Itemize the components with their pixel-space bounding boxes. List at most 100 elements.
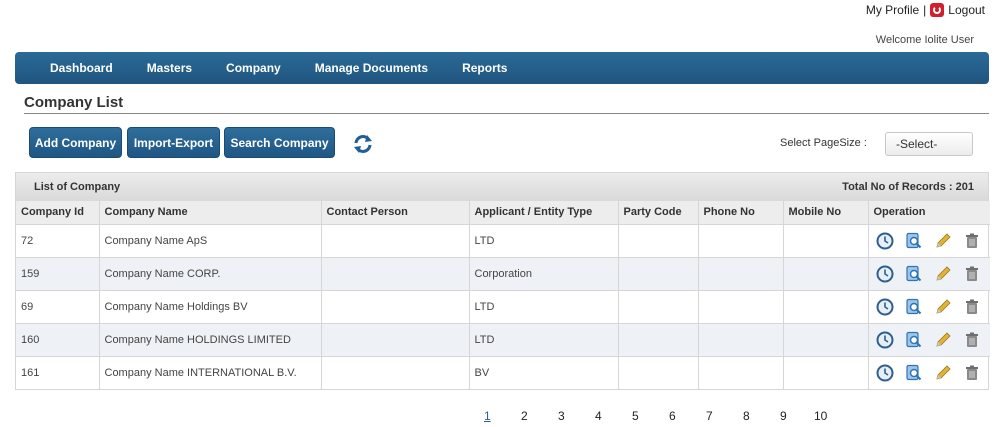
col-entity-type[interactable]: Applicant / Entity Type	[469, 201, 619, 224]
cell-contact-person	[321, 322, 470, 356]
page-link-7[interactable]: 7	[706, 409, 713, 423]
cell-mobile-no	[783, 355, 869, 389]
history-icon[interactable]	[876, 364, 894, 382]
cell-phone-no	[698, 289, 784, 323]
col-contact-person[interactable]: Contact Person	[321, 201, 470, 224]
col-operation: Operation	[868, 201, 990, 224]
col-party-code[interactable]: Party Code	[618, 201, 699, 224]
table-row[interactable]: 159 Company Name CORP. Corporation	[16, 256, 990, 290]
cell-operation	[868, 289, 990, 323]
refresh-icon[interactable]	[352, 133, 374, 155]
delete-icon[interactable]	[963, 331, 981, 349]
welcome-text: Welcome Iolite User	[875, 34, 974, 46]
page-link-10[interactable]: 10	[814, 409, 827, 423]
pagesize-select[interactable]: -Select-	[885, 132, 973, 156]
cell-operation	[868, 223, 990, 257]
cell-phone-no	[698, 223, 784, 257]
grid-caption: List of Company Total No of Records : 20…	[16, 173, 988, 201]
pagesize-label: Select PageSize :	[780, 137, 867, 149]
cell-entity-type: LTD	[469, 322, 619, 356]
cell-entity-type: Corporation	[469, 256, 619, 290]
cell-phone-no	[698, 322, 784, 356]
page-link-5[interactable]: 5	[632, 409, 639, 423]
history-icon[interactable]	[876, 232, 894, 250]
cell-mobile-no	[783, 223, 869, 257]
cell-entity-type: LTD	[469, 223, 619, 257]
import-export-button[interactable]: Import-Export	[127, 127, 220, 158]
search-company-button[interactable]: Search Company	[224, 127, 335, 158]
history-icon[interactable]	[876, 265, 894, 283]
table-header-row: Company Id Company Name Contact Person A…	[16, 201, 990, 224]
cell-contact-person	[321, 223, 470, 257]
cell-company-name: Company Name CORP.	[99, 256, 322, 290]
view-icon[interactable]	[905, 364, 923, 382]
cell-contact-person	[321, 289, 470, 323]
delete-icon[interactable]	[963, 232, 981, 250]
cell-contact-person	[321, 355, 470, 389]
view-icon[interactable]	[905, 265, 923, 283]
view-icon[interactable]	[905, 331, 923, 349]
cell-entity-type: BV	[469, 355, 619, 389]
col-mobile-no[interactable]: Mobile No	[783, 201, 869, 224]
cell-company-name: Company Name Holdings BV	[99, 289, 322, 323]
logout-icon[interactable]	[930, 3, 945, 17]
history-icon[interactable]	[876, 298, 894, 316]
page-link-8[interactable]: 8	[743, 409, 750, 423]
view-icon[interactable]	[905, 232, 923, 250]
table-row[interactable]: 72 Company Name ApS LTD	[16, 223, 990, 257]
cell-entity-type: LTD	[469, 289, 619, 323]
edit-icon[interactable]	[934, 265, 952, 283]
table-row[interactable]: 69 Company Name Holdings BV LTD	[16, 289, 990, 323]
cell-company-id: 159	[16, 256, 100, 290]
cell-contact-person	[321, 256, 470, 290]
nav-masters[interactable]: Masters	[147, 61, 192, 75]
col-phone-no[interactable]: Phone No	[698, 201, 784, 224]
grid-title: List of Company	[34, 181, 121, 193]
page-link-3[interactable]: 3	[558, 409, 565, 423]
cell-phone-no	[698, 355, 784, 389]
logout-link[interactable]: Logout	[948, 3, 985, 17]
edit-icon[interactable]	[934, 331, 952, 349]
page-link-6[interactable]: 6	[669, 409, 676, 423]
cell-party-code	[618, 223, 699, 257]
table-row[interactable]: 160 Company Name HOLDINGS LIMITED LTD	[16, 322, 990, 356]
add-company-button[interactable]: Add Company	[29, 127, 122, 158]
delete-icon[interactable]	[963, 265, 981, 283]
company-table: Company Id Company Name Contact Person A…	[16, 201, 990, 389]
page-link-4[interactable]: 4	[595, 409, 602, 423]
cell-party-code	[618, 256, 699, 290]
cell-operation	[868, 322, 990, 356]
nav-manage-documents[interactable]: Manage Documents	[315, 61, 428, 75]
delete-icon[interactable]	[963, 298, 981, 316]
cell-company-id: 161	[16, 355, 100, 389]
user-menu: My Profile | Logout	[866, 1, 985, 19]
edit-icon[interactable]	[934, 298, 952, 316]
cell-company-name: Company Name INTERNATIONAL B.V.	[99, 355, 322, 389]
delete-icon[interactable]	[963, 364, 981, 382]
cell-mobile-no	[783, 322, 869, 356]
title-divider	[24, 113, 989, 114]
col-company-id[interactable]: Company Id	[16, 201, 100, 224]
col-company-name[interactable]: Company Name	[99, 201, 322, 224]
cell-phone-no	[698, 256, 784, 290]
company-grid: List of Company Total No of Records : 20…	[15, 172, 990, 390]
view-icon[interactable]	[905, 298, 923, 316]
nav-company[interactable]: Company	[226, 61, 281, 75]
nav-dashboard[interactable]: Dashboard	[50, 61, 113, 75]
cell-mobile-no	[783, 256, 869, 290]
cell-party-code	[618, 289, 699, 323]
history-icon[interactable]	[876, 331, 894, 349]
cell-party-code	[618, 322, 699, 356]
my-profile-link[interactable]: My Profile	[866, 3, 919, 17]
table-row[interactable]: 161 Company Name INTERNATIONAL B.V. BV	[16, 355, 990, 389]
page-link-1[interactable]: 1	[484, 409, 491, 423]
edit-icon[interactable]	[934, 364, 952, 382]
edit-icon[interactable]	[934, 232, 952, 250]
page-link-9[interactable]: 9	[780, 409, 787, 423]
cell-company-id: 72	[16, 223, 100, 257]
header-separator: |	[923, 3, 927, 17]
nav-reports[interactable]: Reports	[462, 61, 507, 75]
page-link-2[interactable]: 2	[521, 409, 528, 423]
cell-company-id: 160	[16, 322, 100, 356]
cell-company-name: Company Name ApS	[99, 223, 322, 257]
